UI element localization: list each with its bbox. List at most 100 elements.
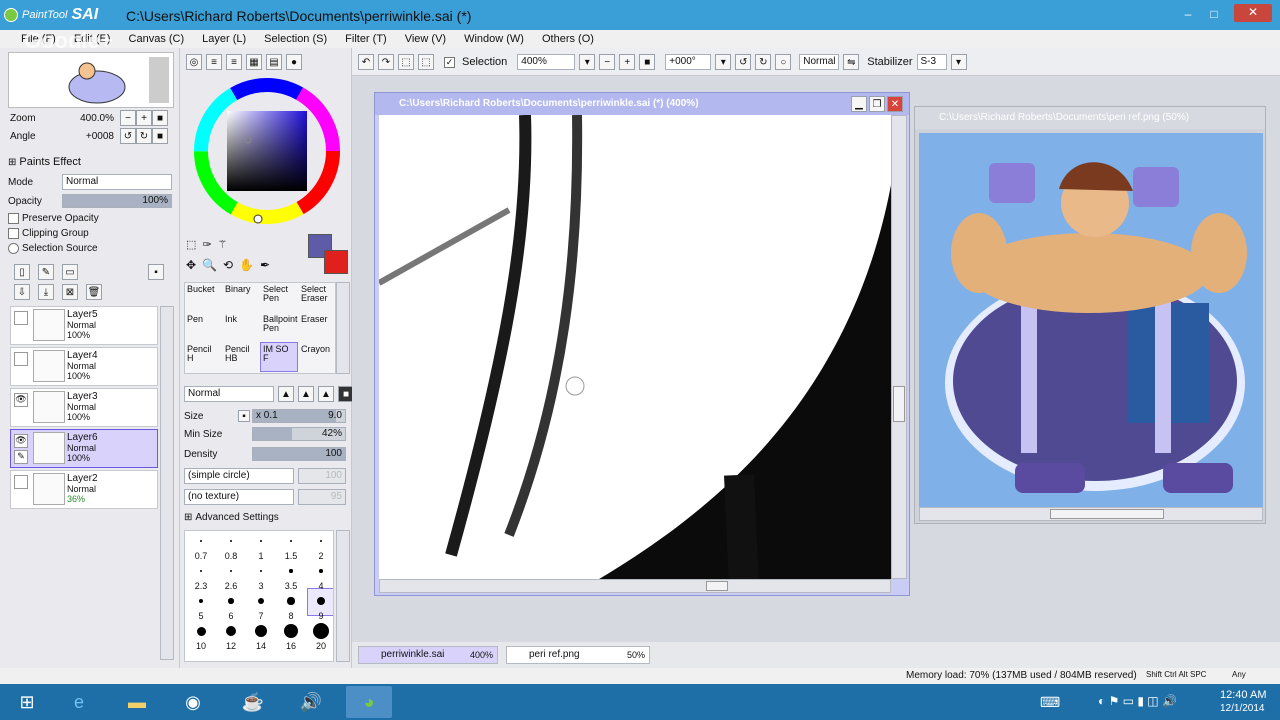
new-linework-layer-icon[interactable]: ✎ (38, 264, 54, 280)
selection-checkbox[interactable]: ✓ (444, 56, 455, 68)
tool-ballpoint-pen[interactable]: Ballpoint Pen (261, 313, 298, 341)
zoom-select[interactable]: 400% (517, 54, 576, 70)
tool-pencil-h[interactable]: Pencil H (185, 343, 221, 371)
angle-select[interactable]: +000° (665, 54, 712, 70)
layer-mask-icon[interactable]: ▪ (148, 264, 164, 280)
brush-size-dot[interactable] (313, 623, 329, 639)
chrome-icon[interactable]: ◉ (170, 686, 216, 718)
expand-advanced-icon[interactable]: ⊞ (184, 512, 192, 523)
reference-h-thumb[interactable] (1050, 509, 1164, 519)
magic-wand-icon[interactable]: ⚚ (218, 238, 228, 251)
visibility-toggle-icon[interactable] (14, 475, 28, 489)
toolbar-zoom-out-icon[interactable]: − (599, 54, 616, 70)
menu-view[interactable]: View (V) (396, 30, 455, 48)
eyedropper-icon[interactable]: ✒ (260, 258, 270, 272)
toolbar-zoom-reset-icon[interactable]: ■ (639, 54, 656, 70)
brush-size-dot[interactable] (316, 596, 326, 606)
canvas-horizontal-scrollbar[interactable] (379, 579, 891, 593)
mode-select[interactable]: Normal (62, 174, 172, 190)
tool-ink[interactable]: Ink (223, 313, 259, 341)
menu-others[interactable]: Others (O) (533, 30, 603, 48)
layer-item-layer2[interactable]: Layer2 Normal 36% (10, 470, 158, 509)
shape-round-icon[interactable]: ▲ (278, 386, 294, 402)
brush-size-dot[interactable] (289, 569, 293, 573)
shape-soft-icon[interactable]: ▲ (298, 386, 314, 402)
internet-explorer-icon[interactable]: e (56, 686, 102, 718)
layer-item-layer4[interactable]: Layer4 Normal 100% (10, 347, 158, 386)
angle-dropdown-icon[interactable]: ▾ (715, 54, 732, 70)
canvas-restore-button[interactable]: ❐ (869, 96, 885, 112)
invert-selection-icon[interactable]: ⬚ (418, 54, 434, 70)
layer-item-layer6[interactable]: 👁 ✎ Layer6 Normal 100% (10, 429, 158, 468)
hand-icon[interactable]: ✋ (239, 258, 254, 272)
brush-size-dot[interactable] (320, 540, 322, 542)
shape-hard-icon[interactable]: ▲ (318, 386, 334, 402)
brush-size-dot[interactable] (196, 626, 206, 636)
color-wheel[interactable] (192, 76, 342, 226)
eye-icon[interactable]: 👁 (14, 434, 28, 448)
zoom-out-button[interactable]: − (120, 110, 136, 126)
brush-size-dot[interactable] (198, 598, 204, 604)
tool-pen[interactable]: Pen (185, 313, 221, 341)
select-rect-icon[interactable]: ⬚ (186, 238, 196, 251)
canvas-close-button[interactable]: ✕ (887, 96, 903, 112)
rotate-icon[interactable]: ⟲ (223, 258, 233, 272)
brush-size-dot[interactable] (225, 625, 237, 637)
brush-texture-select[interactable]: (no texture) (184, 489, 294, 505)
brush-size-dot[interactable] (229, 569, 233, 573)
paint-tool-sai-icon[interactable]: ◕ (346, 686, 392, 718)
move-icon[interactable]: ✥ (186, 258, 196, 272)
min-size-slider[interactable]: 42% (252, 427, 346, 441)
brush-size-dot[interactable] (199, 569, 203, 573)
secondary-color-swatch[interactable] (324, 250, 348, 274)
density-slider[interactable]: 100 (252, 447, 346, 461)
brush-size-grid[interactable]: 0.7 0.8 1 1.5 2 2.3 2.6 3 3.5 4 5 6 7 8 9 10 12 14 16 20 (184, 530, 334, 662)
drawing-canvas[interactable] (379, 115, 891, 579)
eye-icon[interactable]: 👁 (14, 393, 28, 407)
deselect-icon[interactable]: ⬚ (398, 54, 414, 70)
canvas-minimize-button[interactable]: ▁ (851, 96, 867, 112)
size-slider[interactable]: x 0.1 9.0 (252, 409, 346, 423)
visibility-toggle-icon[interactable] (14, 311, 28, 325)
layer-item-layer3[interactable]: 👁 Layer3 Normal 100% (10, 388, 158, 427)
lasso-icon[interactable]: ✑ (202, 238, 211, 251)
rotate-cw-icon[interactable]: ↻ (755, 54, 772, 70)
rgb-slider-icon[interactable]: ≡ (206, 54, 222, 70)
brush-size-dot[interactable] (319, 569, 323, 573)
layer-item-layer5[interactable]: Layer5 Normal 100% (10, 306, 158, 345)
reset-rotation-icon[interactable]: ○ (775, 54, 792, 70)
tool-bucket[interactable]: Bucket (185, 283, 221, 311)
menu-selection[interactable]: Selection (S) (255, 30, 336, 48)
zoom-icon[interactable]: 🔍 (202, 258, 217, 272)
rotate-left-button[interactable]: ↺ (120, 128, 136, 144)
delete-layer-icon[interactable]: 🗑 (86, 284, 102, 300)
brush-size-dot[interactable] (283, 623, 299, 639)
brush-size-scrollbar[interactable] (336, 530, 350, 662)
tool-crayon[interactable]: Crayon (299, 343, 335, 371)
java-icon[interactable]: ☕ (230, 686, 276, 718)
rotate-ccw-icon[interactable]: ↺ (735, 54, 752, 70)
preserve-opacity-checkbox[interactable] (8, 213, 19, 224)
canvas-h-thumb[interactable] (706, 581, 728, 591)
rotate-reset-button[interactable]: ■ (152, 128, 168, 144)
stabilizer-select[interactable]: S-3 (916, 54, 947, 70)
scratchpad-icon[interactable]: ▤ (266, 54, 282, 70)
brush-size-dot[interactable] (259, 569, 263, 573)
brush-shape-select[interactable]: (simple circle) (184, 468, 294, 484)
brush-shape-strength[interactable]: 100 (298, 468, 346, 484)
zoom-in-button[interactable]: + (136, 110, 152, 126)
tool-select-eraser[interactable]: Select Eraser (299, 283, 335, 311)
tool-im-so-f[interactable]: IM SO F (260, 342, 298, 372)
tool-binary[interactable]: Binary (223, 283, 259, 311)
new-layer-icon[interactable]: ▯ (14, 264, 30, 280)
speaker-icon[interactable]: 🔊 (288, 686, 334, 718)
clipping-group-checkbox[interactable] (8, 228, 19, 239)
size-multiplier-icon[interactable]: ▪ (238, 410, 250, 422)
file-explorer-icon[interactable]: ▬ (114, 686, 160, 718)
maximize-button[interactable]: □ (1202, 6, 1226, 22)
windows-start-icon[interactable]: ⊞ (4, 686, 50, 718)
redo-icon[interactable]: ↷ (378, 54, 394, 70)
transfer-down-icon[interactable]: ⇩ (14, 284, 30, 300)
brush-size-dot[interactable] (230, 540, 232, 542)
clear-layer-icon[interactable]: ⊠ (62, 284, 78, 300)
